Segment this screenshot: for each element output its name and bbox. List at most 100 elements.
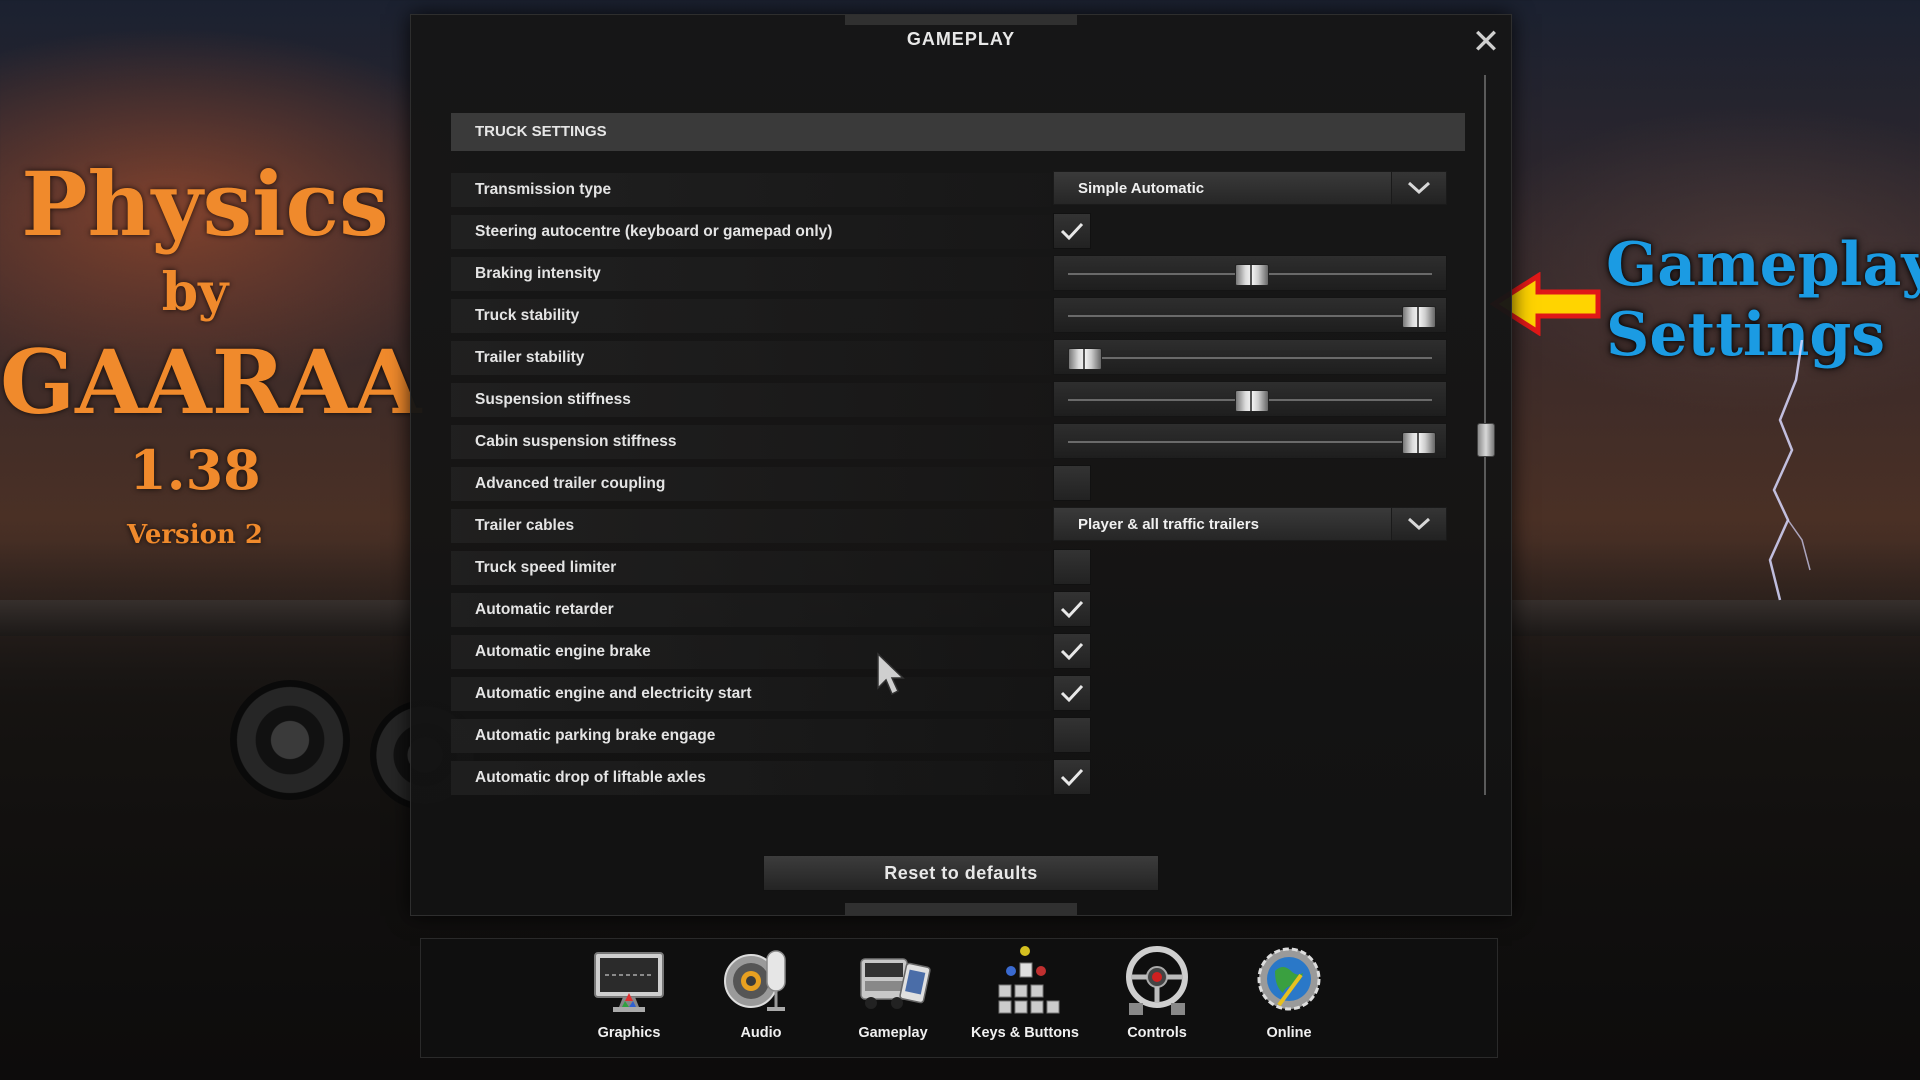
slider-handle[interactable] [1235,264,1269,286]
checkmark-icon [1060,684,1084,703]
dropdown-value: Simple Automatic [1078,180,1205,197]
setting-checkbox[interactable] [1053,717,1091,753]
setting-label: Cabin suspension stiffness [451,425,1051,459]
setting-row: Cabin suspension stiffness [451,421,1465,463]
nav-label: Keys & Buttons [971,1025,1079,1041]
dialog-top-tab [845,15,1077,25]
setting-label: Braking intensity [451,257,1051,291]
slider-track [1068,357,1432,359]
setting-label: Automatic retarder [451,593,1051,627]
nav-label: Audio [740,1025,782,1041]
setting-label: Steering autocentre (keyboard or gamepad… [451,215,1051,249]
promo-title-physics: Physics [21,152,389,256]
speaker-microphone-icon [724,950,786,1011]
setting-control [1053,465,1091,501]
slider-track [1068,315,1432,317]
setting-control [1053,549,1091,585]
setting-row: Truck stability [451,295,1465,337]
chevron-down-icon [1407,181,1431,195]
promo-author: GAARAA [0,330,422,434]
slider-track [1068,441,1432,443]
promo-by: by [161,262,229,323]
nav-label: Online [1266,1025,1312,1041]
setting-label: Truck speed limiter [451,551,1051,585]
setting-row: Automatic engine brake [451,631,1465,673]
setting-label: Automatic drop of liftable axles [451,761,1051,795]
setting-control [1053,591,1091,627]
promo-version-number: 1.38 [129,438,261,502]
slider-handle[interactable] [1068,348,1102,370]
setting-label: Automatic engine brake [451,635,1051,669]
nav-gameplay[interactable]: Gameplay [833,945,953,1042]
setting-row: Truck speed limiter [451,547,1465,589]
setting-label: Transmission type [451,173,1051,207]
setting-control [1053,213,1091,249]
nav-online[interactable]: Online [1229,945,1349,1042]
setting-row: Automatic engine and electricity start [451,673,1465,715]
setting-row: Trailer stability [451,337,1465,379]
setting-control [1053,381,1447,417]
setting-label: Trailer cables [451,509,1051,543]
reset-to-defaults-button[interactable]: Reset to defaults [763,855,1159,891]
slider-handle[interactable] [1235,390,1269,412]
dialog-bottom-tab [845,903,1077,915]
nav-audio[interactable]: Audio [701,945,821,1042]
setting-control [1053,759,1091,795]
setting-dropdown[interactable]: Simple Automatic [1053,171,1447,205]
scrollbar-thumb[interactable] [1477,423,1495,457]
steering-wheel-icon [1126,946,1188,1015]
setting-row: Transmission type Simple Automatic [451,169,1465,211]
mouse-cursor-icon [877,652,905,696]
dialog-title: GAMEPLAY [906,29,1016,49]
setting-row: Braking intensity [451,253,1465,295]
setting-row: Automatic retarder [451,589,1465,631]
background-truck-wheel [230,680,350,800]
setting-checkbox[interactable] [1053,633,1091,669]
dropdown-arrow[interactable] [1391,508,1446,540]
slider-handle[interactable] [1402,432,1436,454]
dropdown-arrow[interactable] [1391,172,1446,204]
section-header-truck-settings: TRUCK SETTINGS [451,113,1465,151]
globe-gear-icon [1257,947,1321,1011]
setting-slider[interactable] [1053,339,1447,375]
close-button[interactable]: ✕ [1471,25,1501,59]
setting-dropdown[interactable]: Player & all traffic trailers [1053,507,1447,541]
slider-handle[interactable] [1402,306,1436,328]
setting-row: Suspension stiffness [451,379,1465,421]
settings-list: Transmission type Simple Automatic Steerin… [451,169,1465,799]
setting-control [1053,633,1091,669]
chevron-down-icon [1407,517,1431,531]
setting-control: Simple Automatic [1053,171,1447,205]
keys-buttons-icon [998,946,1060,1014]
truck-icon [860,958,931,1009]
setting-slider[interactable] [1053,255,1447,291]
close-icon: ✕ [1471,22,1501,62]
setting-row: Advanced trailer coupling [451,463,1465,505]
setting-slider[interactable] [1053,423,1447,459]
gameplay-dialog: GAMEPLAY ✕ TRUCK SETTINGS Transmission t… [410,14,1512,916]
setting-label: Automatic parking brake engage [451,719,1051,753]
annotation-gameplay: Gameplay [1606,230,1920,300]
setting-label: Suspension stiffness [451,383,1051,417]
nav-controls[interactable]: Controls [1097,945,1217,1042]
setting-control [1053,255,1447,291]
setting-slider[interactable] [1053,297,1447,333]
nav-label: Graphics [597,1025,661,1041]
setting-checkbox[interactable] [1053,591,1091,627]
setting-label: Automatic engine and electricity start [451,677,1051,711]
lightning-icon [1768,340,1811,601]
setting-checkbox[interactable] [1053,213,1091,249]
setting-checkbox[interactable] [1053,675,1091,711]
setting-checkbox[interactable] [1053,759,1091,795]
setting-control: Player & all traffic trailers [1053,507,1447,541]
nav-keys-buttons[interactable]: Keys & Buttons [965,945,1085,1042]
setting-slider[interactable] [1053,381,1447,417]
setting-row: Automatic parking brake engage [451,715,1465,757]
checkmark-icon [1060,768,1084,787]
setting-control [1053,717,1091,753]
setting-checkbox[interactable] [1053,549,1091,585]
nav-graphics[interactable]: Graphics [569,945,689,1042]
setting-row: Trailer cables Player & all traffic trail… [451,505,1465,547]
setting-label: Advanced trailer coupling [451,467,1051,501]
setting-checkbox[interactable] [1053,465,1091,501]
